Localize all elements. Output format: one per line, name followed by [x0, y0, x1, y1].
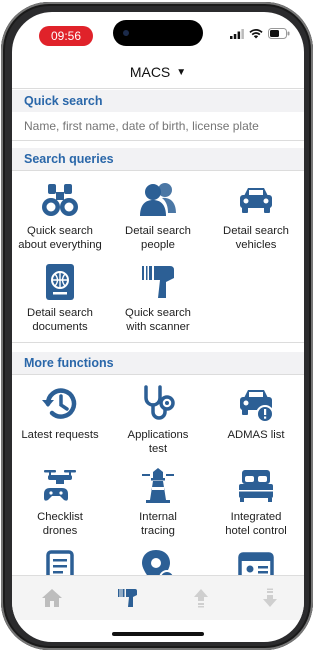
bed-icon	[236, 466, 276, 506]
item-label: ADMAS list	[227, 429, 285, 441]
home-indicator	[112, 632, 204, 636]
search-input[interactable]	[24, 119, 294, 133]
detail-search-people-button[interactable]: Detail search people	[110, 180, 206, 252]
divider	[12, 374, 304, 375]
detail-search-documents-button[interactable]: Detail search documents	[12, 262, 108, 334]
car-icon	[236, 180, 276, 220]
chevron-down-icon: ▼	[176, 66, 187, 78]
item-label: Detail search documents	[27, 307, 93, 333]
drone-icon	[40, 466, 80, 506]
scanner-icon[interactable]	[116, 586, 140, 610]
scanner-icon	[138, 262, 178, 302]
home-icon[interactable]	[40, 586, 64, 610]
internal-tracing-button[interactable]: Internal tracing	[110, 466, 206, 538]
section-quick-search: Quick search	[12, 90, 304, 112]
applications-test-button[interactable]: Applications test	[110, 384, 206, 456]
integrated-hotel-control-button[interactable]: Integrated hotel control	[208, 466, 304, 538]
divider	[12, 170, 304, 171]
screen: 09:56 MACS ▼ Quick search Search queries…	[12, 12, 304, 642]
stethoscope-icon	[138, 384, 178, 424]
section-more-functions: More functions	[12, 352, 304, 374]
arrow-down-icon[interactable]	[258, 586, 282, 610]
checklist-drones-button[interactable]: Checklist drones	[12, 466, 108, 538]
item-label: Latest requests	[21, 429, 99, 441]
app-title: MACS	[129, 64, 171, 80]
people-icon	[138, 180, 178, 220]
status-time: 09:56	[39, 26, 93, 46]
item-label: Applications test	[127, 429, 189, 455]
binoculars-icon	[40, 180, 80, 220]
status-bar: 09:56	[12, 12, 304, 54]
admas-list-button[interactable]: ADMAS list	[208, 384, 304, 442]
bottom-tab-bar	[12, 575, 304, 620]
signal-icon	[230, 28, 244, 39]
divider	[12, 342, 304, 343]
history-icon	[40, 384, 80, 424]
camera-dot	[123, 30, 129, 36]
car-alert-icon	[236, 384, 276, 424]
divider	[12, 140, 304, 141]
item-label: Checklist drones	[37, 511, 83, 537]
passport-icon	[40, 262, 80, 302]
detail-search-vehicles-button[interactable]: Detail search vehicles	[208, 180, 304, 252]
item-label: Internal tracing	[139, 511, 177, 537]
item-label: Integrated hotel control	[225, 511, 287, 537]
status-icons	[230, 28, 290, 39]
quick-search-scanner-button[interactable]: Quick search with scanner	[110, 262, 206, 334]
arrow-up-icon[interactable]	[189, 586, 213, 610]
item-label: Detail search people	[125, 225, 191, 251]
app-title-dropdown[interactable]: MACS ▼	[12, 56, 304, 88]
divider	[12, 88, 304, 89]
quick-search-everything-button[interactable]: Quick search about everything	[12, 180, 108, 252]
section-search-queries: Search queries	[12, 148, 304, 170]
item-label: Quick search with scanner	[125, 307, 191, 333]
item-label: Quick search about everything	[18, 225, 102, 251]
battery-icon	[268, 28, 290, 39]
wifi-icon	[249, 28, 263, 39]
latest-requests-button[interactable]: Latest requests	[12, 384, 108, 442]
lighthouse-icon	[138, 466, 178, 506]
phone-frame: 09:56 MACS ▼ Quick search Search queries…	[1, 2, 313, 650]
item-label: Detail search vehicles	[223, 225, 289, 251]
